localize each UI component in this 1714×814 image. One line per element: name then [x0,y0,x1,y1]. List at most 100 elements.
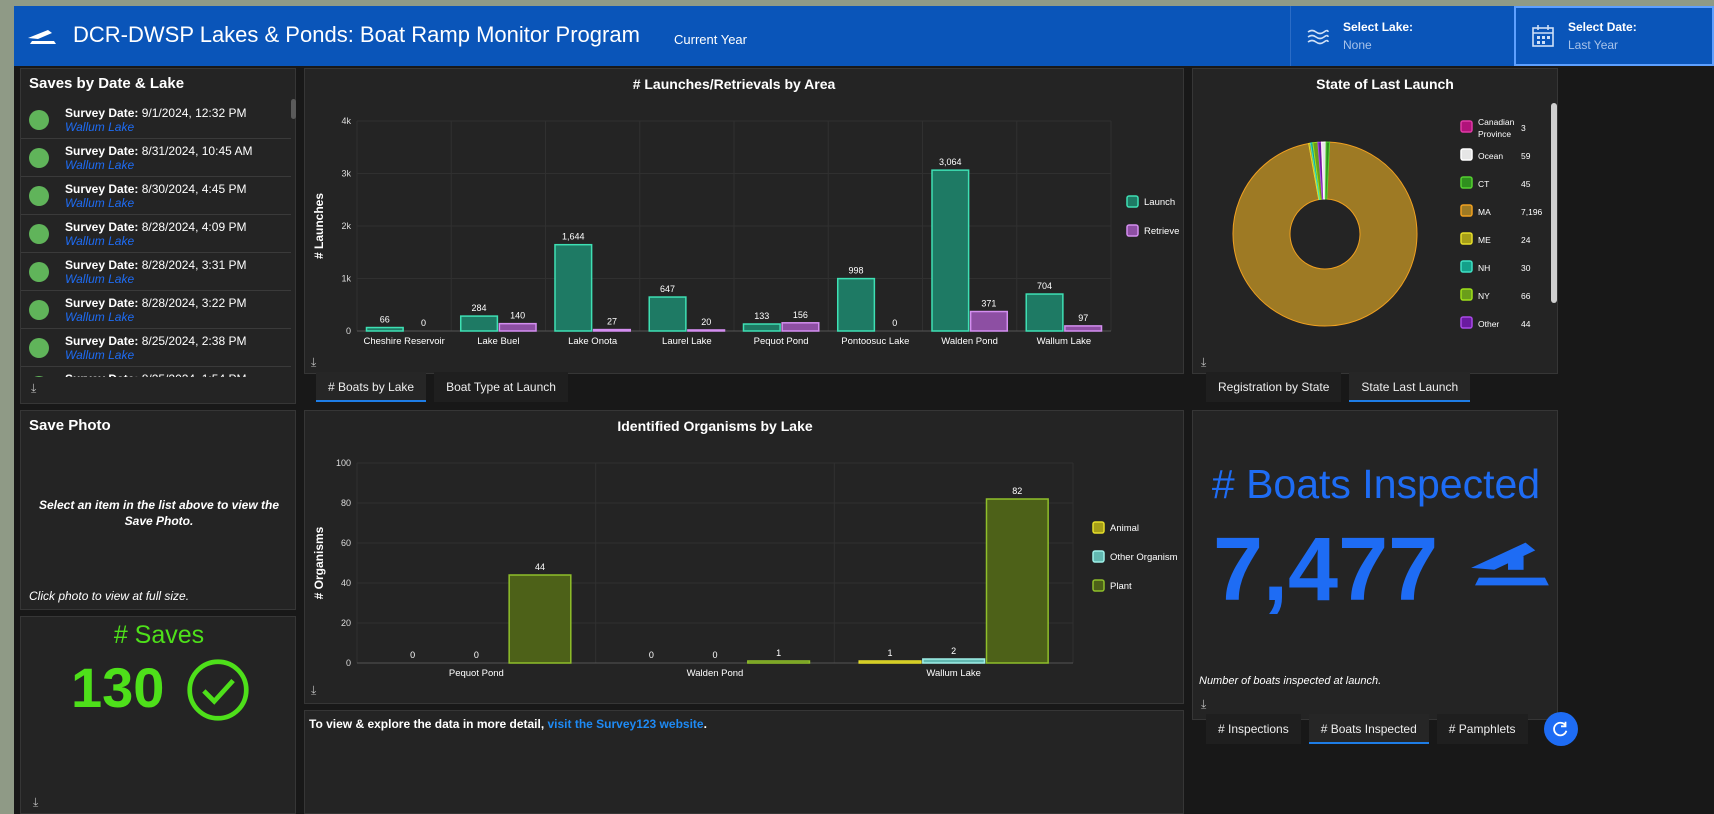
list-item[interactable]: Survey Date: 8/28/2024, 3:22 PM Wallum La… [21,291,291,329]
data-label: 44 [535,562,545,572]
save-photo-hint: Click photo to view at full size. [29,589,190,603]
plant-icon [29,262,49,282]
y-tick-label: 2k [341,221,351,231]
refresh-button[interactable] [1544,712,1578,746]
survey-date: Survey Date: 8/28/2024, 4:09 PM [65,220,246,234]
waves-icon [1307,29,1329,45]
checkmark-circle-icon [187,659,249,721]
data-label: 140 [510,311,525,321]
tab[interactable]: # Boats by Lake [316,372,427,402]
download-icon[interactable]: ⤓ [31,381,36,396]
bar [1025,293,1064,332]
tab[interactable]: Boat Type at Launch [434,372,568,402]
lake-name: Wallum Lake [65,158,135,172]
data-label: 1,644 [562,232,585,242]
bar [554,243,593,332]
list-item[interactable]: Survey Date: 8/25/2024, 2:38 PM Wallum La… [21,329,291,367]
saves-count-value: 130 [71,656,165,719]
save-photo-title: Save Photo [29,417,111,434]
list-item[interactable]: Survey Date: 9/1/2024, 12:32 PM Wallum La… [21,101,291,139]
download-icon[interactable]: ⤓ [1201,355,1206,370]
legend-swatch [1460,176,1473,189]
launches-chart-panel: # Launches/Retrievals by Area # Launches 0… [304,68,1184,374]
tab[interactable]: State Last Launch [1349,372,1471,402]
data-label: 0 [474,650,479,660]
data-label: 0 [410,650,415,660]
legend-value: 30 [1521,263,1531,273]
bar [985,498,1049,664]
organisms-chart: Identified Organisms by Lake # Organisms 0… [312,418,1178,679]
legend-swatch [1460,204,1473,217]
y-tick-label: 1k [341,274,351,284]
data-label: 1 [776,648,781,658]
lake-name: Wallum Lake [65,348,135,362]
download-icon[interactable]: ⤓ [33,795,38,810]
data-label: 133 [754,311,769,321]
list-item[interactable]: Survey Date: 8/30/2024, 4:45 PM Wallum La… [21,177,291,215]
app-subtitle: Current Year [674,32,747,47]
data-label: 0 [649,650,654,660]
x-tick-label: Walden Pond [687,668,744,679]
legend-value: 59 [1521,151,1531,161]
y-tick-label: 0 [346,658,351,668]
y-axis-label: # Launches [312,193,326,259]
bar [742,323,781,332]
boats-inspected-label: # Boats Inspected [1211,461,1541,507]
list-item[interactable]: Survey Date: 8/25/2024, 1:54 PM [21,367,291,377]
legend-swatch [1460,316,1473,329]
legend-label: Canadian [1478,117,1515,127]
select-date-label: Select Date: [1568,20,1637,34]
saves-list-scrollbar[interactable] [291,99,296,119]
tab[interactable]: Registration by State [1206,372,1342,402]
legend-label: Other [1478,319,1499,329]
legend-swatch [1460,148,1473,161]
plant-icon [29,224,49,244]
legend-label: NH [1478,263,1490,273]
legend-scrollbar[interactable] [1551,103,1557,303]
download-icon[interactable]: ⤓ [311,355,316,370]
bar [365,326,404,332]
data-label: 3,064 [939,157,962,167]
survey-link-prefix: To view & explore the data in more detai… [309,717,548,731]
select-lake-dropdown[interactable]: Select Lake: None [1290,6,1488,66]
survey-date-value: 8/28/2024, 3:31 PM [141,258,247,272]
list-item[interactable]: Survey Date: 8/28/2024, 4:09 PM Wallum La… [21,215,291,253]
bar [858,660,922,664]
launches-tabbar: # Boats by Lake Boat Type at Launch [316,372,576,402]
y-tick-label: 40 [341,578,351,588]
survey-date: Survey Date: 9/1/2024, 12:32 PM [65,106,246,120]
lake-name: Wallum Lake [65,234,135,248]
inspection-tabbar: # Inspections # Boats Inspected # Pamphlet… [1206,714,1536,744]
plant-icon [29,110,49,130]
x-tick-label: Cheshire Reservoir [363,336,444,347]
data-label: 284 [472,303,487,313]
list-item[interactable]: Survey Date: 8/28/2024, 3:31 PM Wallum La… [21,253,291,291]
tab[interactable]: # Pamphlets [1436,714,1528,744]
survey-link[interactable]: visit the Survey123 website [548,717,704,731]
tab[interactable]: # Inspections [1206,714,1301,744]
survey-date-value: 8/31/2024, 10:45 AM [141,144,253,158]
data-label: 2 [951,646,956,656]
chart-title: # Launches/Retrievals by Area [633,76,836,92]
survey-date: Survey Date: 8/31/2024, 10:45 AM [65,144,252,158]
download-icon[interactable]: ⤓ [311,683,316,698]
lake-name: Wallum Lake [65,196,135,210]
survey-date: Survey Date: 8/28/2024, 3:31 PM [65,258,246,272]
bar [459,315,499,332]
plant-icon [29,148,49,168]
legend-value: 3 [1521,123,1526,133]
x-tick-label: Pequot Pond [754,336,809,347]
x-tick-label: Pontoosuc Lake [841,336,909,347]
plant-icon [29,376,49,377]
legend-value: 44 [1521,319,1531,329]
data-label: 0 [421,318,426,328]
tab[interactable]: # Boats Inspected [1308,714,1429,744]
y-tick-label: 60 [341,538,351,548]
download-icon[interactable]: ⤓ [1201,697,1206,712]
state-launch-panel: State of Last Launch Canadian Province 3 Oce… [1192,68,1558,374]
survey-date-value: 8/30/2024, 4:45 PM [141,182,247,196]
legend-swatch [1092,579,1105,592]
legend-swatch [1092,550,1105,563]
select-date-dropdown[interactable]: Select Date: Last Year [1514,6,1714,66]
list-item[interactable]: Survey Date: 8/31/2024, 10:45 AM Wallum L… [21,139,291,177]
